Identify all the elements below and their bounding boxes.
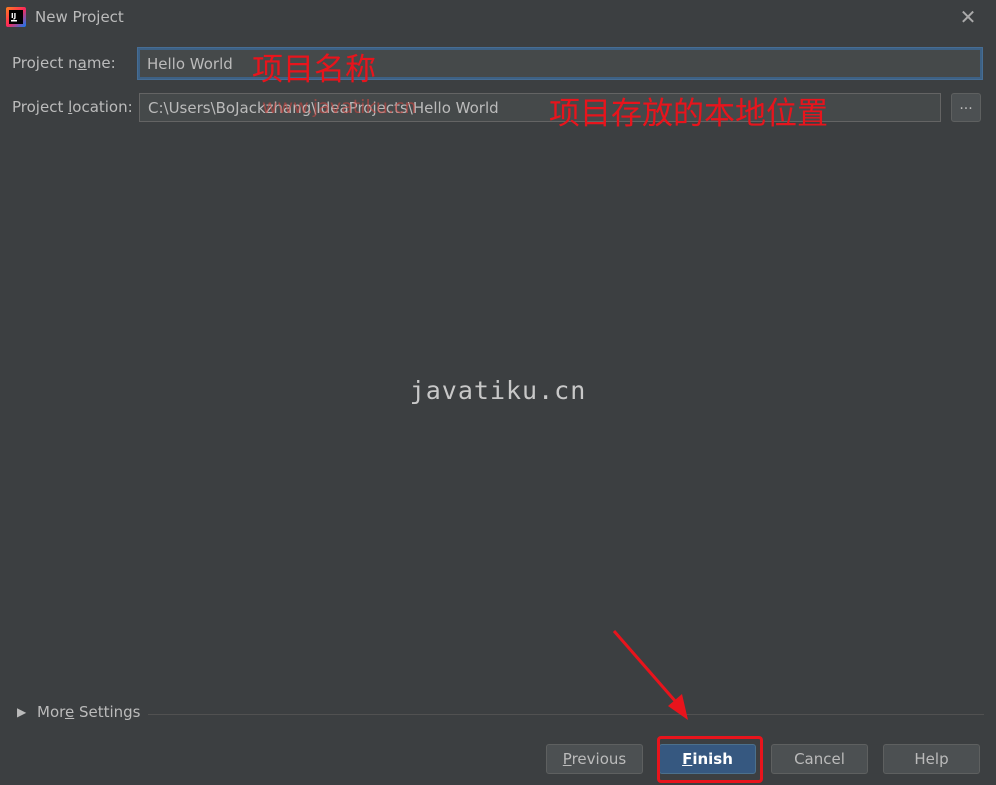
- project-name-input[interactable]: [138, 48, 982, 79]
- project-location-input[interactable]: [139, 93, 941, 122]
- separator-line: [148, 714, 984, 715]
- close-icon[interactable]: ✕: [958, 6, 978, 28]
- help-button[interactable]: Help: [883, 744, 980, 774]
- browse-button[interactable]: ...: [951, 93, 981, 122]
- more-settings-label: More Settings: [37, 703, 141, 721]
- cancel-button[interactable]: Cancel: [771, 744, 868, 774]
- previous-button[interactable]: Previous: [546, 744, 643, 774]
- project-location-label: Project location:: [12, 98, 133, 116]
- title-bar: IJ New Project ✕: [0, 0, 996, 36]
- intellij-app-icon: IJ: [6, 7, 26, 27]
- project-name-label: Project name:: [12, 54, 116, 72]
- svg-text:IJ: IJ: [11, 12, 16, 20]
- expand-triangle-icon: ▶: [17, 705, 27, 719]
- window-title: New Project: [35, 8, 124, 26]
- watermark-text: javatiku.cn: [409, 376, 587, 405]
- finish-button[interactable]: Finish: [659, 744, 756, 774]
